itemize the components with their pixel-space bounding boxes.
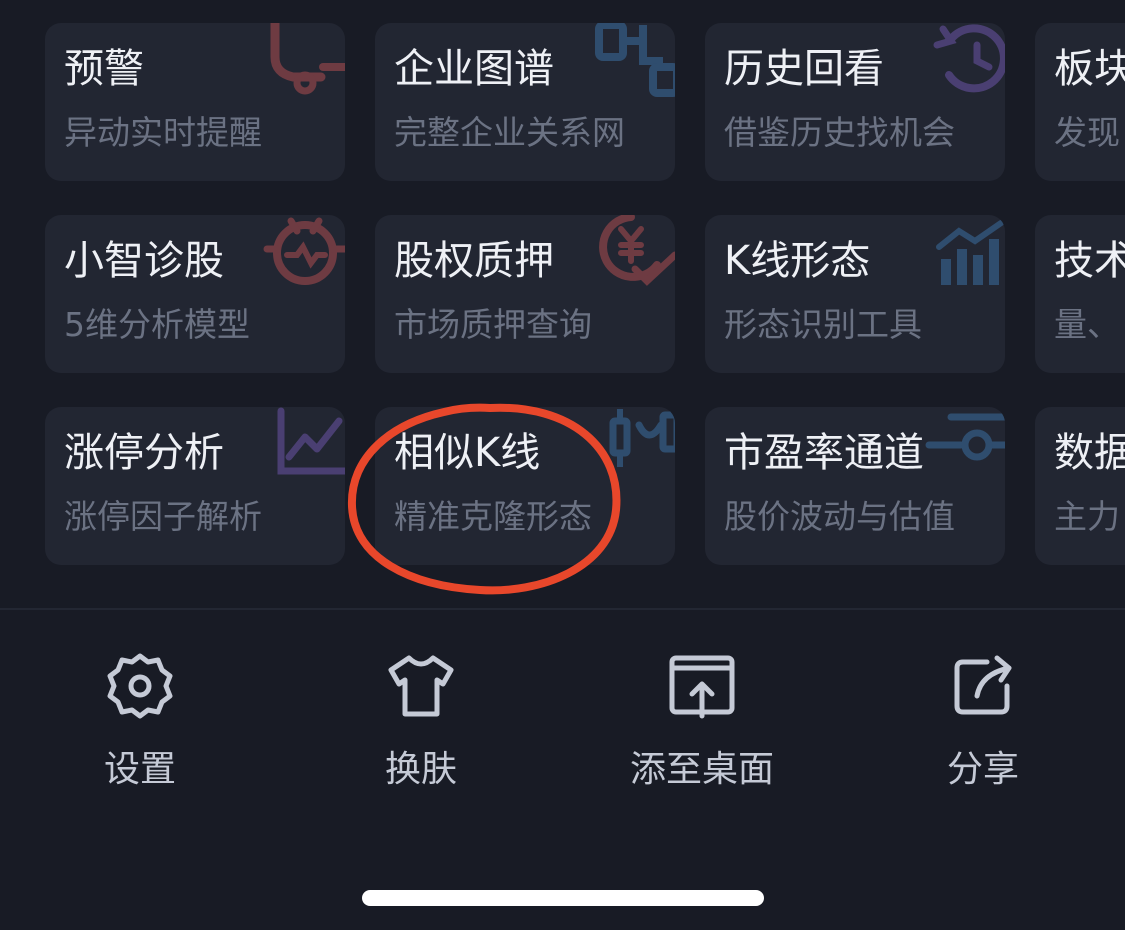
tool-title: 小智诊股 <box>64 238 224 284</box>
tool-card-data[interactable]: 数据 主力 <box>1035 407 1125 565</box>
bell-icon <box>270 23 345 95</box>
network-graph-icon <box>595 23 675 97</box>
settings-button[interactable]: 设置 <box>40 650 240 800</box>
tool-title: 股权质押 <box>394 238 554 284</box>
tool-title: 相似K线 <box>394 430 541 476</box>
tool-subtitle: 精准克隆形态 <box>394 497 592 536</box>
tool-title: K线形态 <box>724 238 871 284</box>
tool-card-history-review[interactable]: 历史回看 借鉴历史找机会 <box>705 23 1005 181</box>
skin-label: 换肤 <box>384 749 457 790</box>
tool-title: 板块 <box>1054 46 1125 92</box>
tool-title: 涨停分析 <box>64 430 224 476</box>
tool-title: 历史回看 <box>724 46 884 92</box>
tool-card-pe-channel[interactable]: 市盈率通道 股价波动与估值 <box>705 407 1005 565</box>
tool-card-k-pattern[interactable]: K线形态 形态识别工具 <box>705 215 1005 373</box>
tool-card-technical[interactable]: 技术 量、 <box>1035 215 1125 373</box>
yuan-pledge-icon <box>599 215 675 286</box>
tool-subtitle: 异动实时提醒 <box>64 113 262 152</box>
tshirt-icon <box>388 655 454 717</box>
tool-subtitle: 完整企业关系网 <box>394 113 625 152</box>
tool-subtitle: 股价波动与估值 <box>724 497 955 536</box>
tool-subtitle: 借鉴历史找机会 <box>724 113 955 152</box>
slider-icon <box>925 413 1005 461</box>
add-to-desktop-button[interactable]: 添至桌面 <box>602 650 802 800</box>
skin-button[interactable]: 换肤 <box>321 650 521 800</box>
line-chart-icon <box>277 407 345 475</box>
tool-subtitle: 量、 <box>1054 305 1120 344</box>
tool-card-equity-pledge[interactable]: 股权质押 市场质押查询 <box>375 215 675 373</box>
tool-title: 市盈率通道 <box>724 430 924 476</box>
tool-title: 数据 <box>1054 430 1125 476</box>
bottom-action-bar: 设置 换肤 添至桌面 分享 <box>0 610 1125 810</box>
tool-title: 企业图谱 <box>394 46 554 92</box>
bar-trend-icon <box>936 220 1004 285</box>
tool-card-sector[interactable]: 板块 发现 <box>1035 23 1125 181</box>
tool-grid: 预警 异动实时提醒 企业图谱 完整企业关系网 历史回看 借鉴历史找机会 板块 发… <box>0 0 1125 600</box>
history-clock-icon <box>933 24 1005 93</box>
tool-subtitle: 涨停因子解析 <box>64 497 262 536</box>
tool-title: 技术 <box>1054 238 1125 284</box>
add-to-desktop-label: 添至桌面 <box>629 749 774 790</box>
tool-card-stock-diagnosis[interactable]: 小智诊股 5维分析模型 <box>45 215 345 373</box>
home-indicator[interactable] <box>362 890 764 906</box>
tool-subtitle: 形态识别工具 <box>724 305 922 344</box>
robot-face-icon <box>263 217 345 285</box>
candlestick-icon <box>609 409 675 467</box>
share-label: 分享 <box>946 749 1019 790</box>
settings-label: 设置 <box>103 749 176 790</box>
share-button[interactable]: 分享 <box>883 650 1083 800</box>
tool-subtitle: 5维分析模型 <box>64 305 250 344</box>
tool-card-alert[interactable]: 预警 异动实时提醒 <box>45 23 345 181</box>
share-icon <box>954 655 1012 715</box>
tool-subtitle: 市场质押查询 <box>394 305 592 344</box>
tool-card-similar-k-line[interactable]: 相似K线 精准克隆形态 <box>375 407 675 565</box>
tool-subtitle: 发现 <box>1054 113 1120 152</box>
gear-icon <box>107 653 173 719</box>
tool-title: 预警 <box>64 46 144 92</box>
tool-card-company-graph[interactable]: 企业图谱 完整企业关系网 <box>375 23 675 181</box>
tool-card-limit-up-analysis[interactable]: 涨停分析 涨停因子解析 <box>45 407 345 565</box>
add-to-desktop-icon <box>669 655 735 719</box>
tool-subtitle: 主力 <box>1054 497 1120 536</box>
